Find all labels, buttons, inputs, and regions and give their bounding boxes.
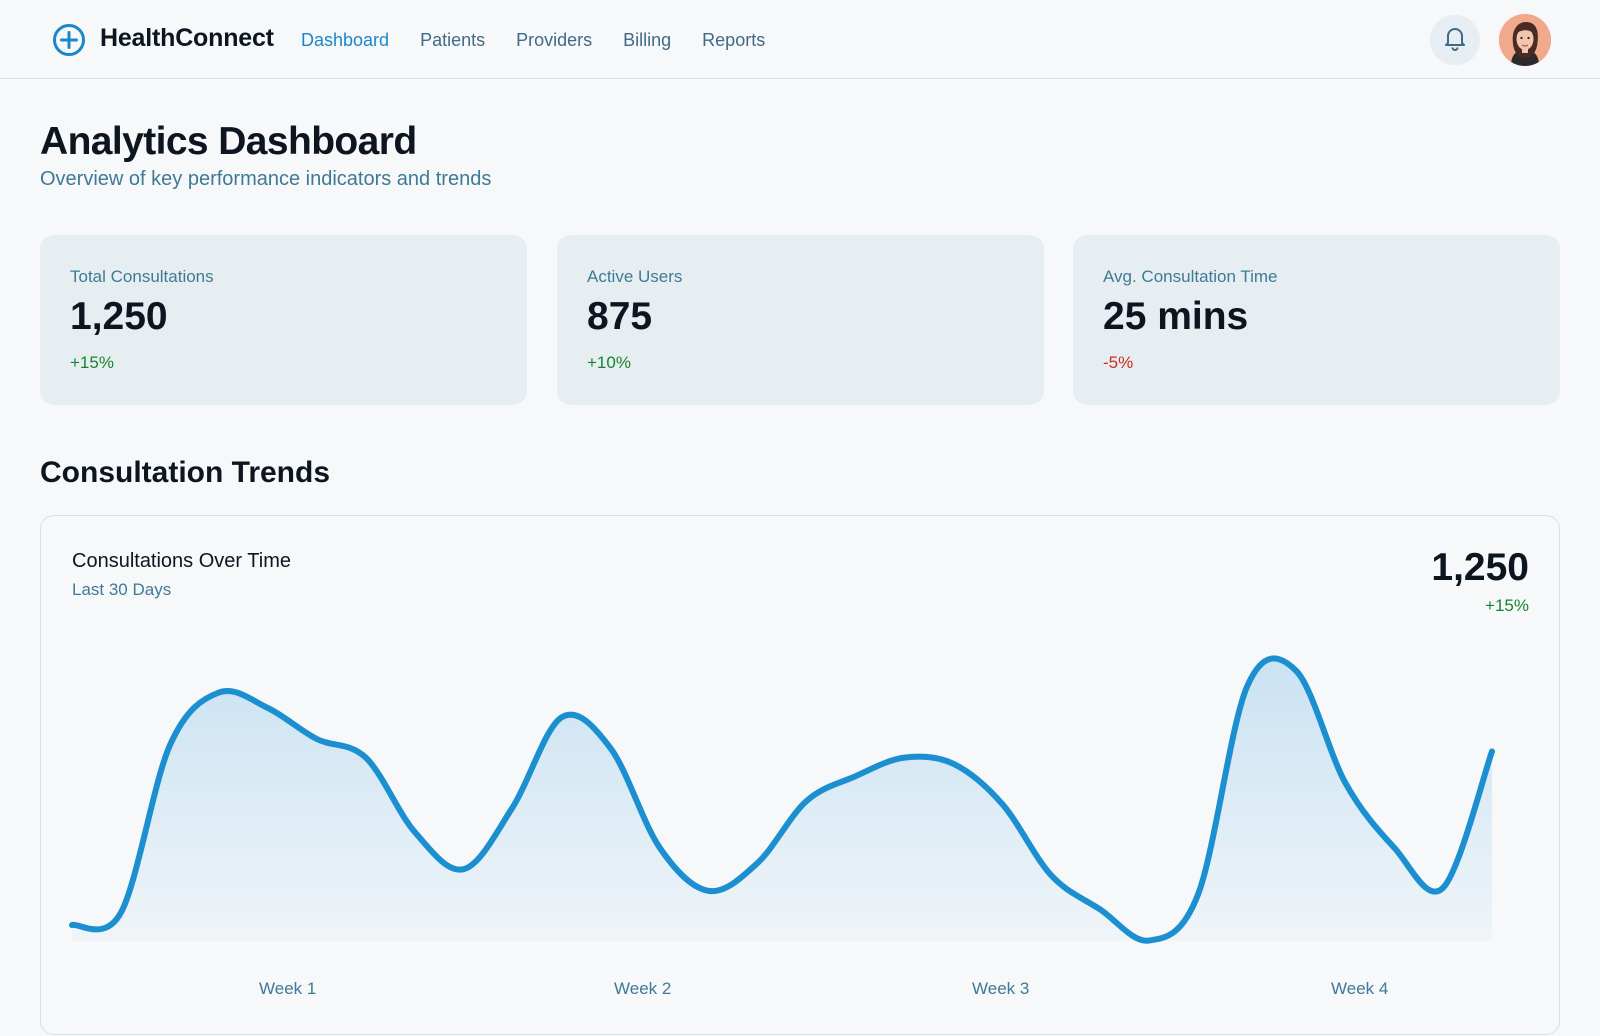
chart-point xyxy=(657,845,663,851)
chart-point xyxy=(852,773,858,779)
chart-point xyxy=(314,736,320,742)
chart-point xyxy=(803,798,809,804)
kpi-value: 875 xyxy=(587,295,653,338)
nav-item-patients[interactable]: Patients xyxy=(420,29,485,51)
chart-point xyxy=(950,761,956,767)
chart-point xyxy=(1489,748,1495,754)
chart-point xyxy=(69,922,75,928)
nav-item-dashboard[interactable]: Dashboard xyxy=(301,29,389,51)
chart-point xyxy=(510,804,516,810)
chart-period-label: Last 30 Days xyxy=(72,580,172,599)
kpi-label: Total Consultations xyxy=(70,267,214,286)
chart-point xyxy=(1244,683,1250,689)
chart-point xyxy=(1048,872,1054,878)
chart-title: Consultations Over Time xyxy=(72,550,291,572)
chart-point xyxy=(1097,907,1103,913)
notifications-button[interactable] xyxy=(1430,15,1480,65)
plus-circle-icon[interactable] xyxy=(52,23,86,57)
chart-point xyxy=(265,705,271,711)
kpi-label: Avg. Consultation Time xyxy=(1103,267,1278,286)
user-avatar[interactable] xyxy=(1499,14,1551,66)
top-navigation-bar: HealthConnect Dashboard Patients Provide… xyxy=(0,0,1600,79)
chart-point xyxy=(363,755,369,761)
chart-point xyxy=(216,690,222,696)
consultations-area-chart: Week 1 Week 2 Week 3 Week 4 xyxy=(69,655,1495,998)
chart-point xyxy=(1146,938,1152,944)
chart-point xyxy=(1342,779,1348,785)
nav-item-reports[interactable]: Reports xyxy=(702,29,765,51)
kpi-card-total-consultations: Total Consultations 1,250 +15% xyxy=(40,235,527,405)
chart-point xyxy=(608,745,614,751)
chart-point xyxy=(901,755,907,761)
chart-total-value: 1,250 xyxy=(1431,546,1529,589)
chart-point xyxy=(1195,891,1201,897)
chart-area-fill xyxy=(72,658,1492,941)
x-axis-tick-label: Week 4 xyxy=(1331,979,1388,998)
chart-point xyxy=(1293,668,1299,674)
chart-point xyxy=(412,829,418,835)
chart-point xyxy=(167,742,173,748)
chart-point xyxy=(559,714,565,720)
kpi-value: 1,250 xyxy=(70,295,168,338)
page-subtitle: Overview of key performance indicators a… xyxy=(40,168,492,190)
chart-point xyxy=(755,860,761,866)
section-title: Consultation Trends xyxy=(40,456,331,489)
kpi-delta: +10% xyxy=(587,353,631,372)
nav-item-providers[interactable]: Providers xyxy=(516,29,592,51)
kpi-card-active-users: Active Users 875 +10% xyxy=(557,235,1044,405)
chart-point xyxy=(1440,885,1446,891)
kpi-delta: +15% xyxy=(70,353,114,372)
main-nav: Dashboard Patients Providers Billing Rep… xyxy=(301,29,796,51)
chart-point xyxy=(1391,845,1397,851)
chart-point xyxy=(999,801,1005,807)
chart-point xyxy=(706,888,712,894)
chart-point xyxy=(118,910,124,916)
bell-icon xyxy=(1443,25,1467,56)
kpi-value: 25 mins xyxy=(1103,295,1249,338)
kpi-card-avg-consultation-time: Avg. Consultation Time 25 mins -5% xyxy=(1073,235,1560,405)
consultations-chart-card: Week 1 Week 2 Week 3 Week 4 Consultations O… xyxy=(40,515,1560,1035)
brand-name[interactable]: HealthConnect xyxy=(100,24,274,53)
x-axis-tick-label: Week 3 xyxy=(972,979,1029,998)
x-axis-tick-label: Week 1 xyxy=(259,979,316,998)
nav-item-billing[interactable]: Billing xyxy=(623,29,671,51)
chart-delta: +15% xyxy=(1485,596,1529,615)
chart-point xyxy=(461,866,467,872)
kpi-delta: -5% xyxy=(1103,353,1134,372)
page-title: Analytics Dashboard xyxy=(40,120,417,163)
x-axis-tick-label: Week 2 xyxy=(614,979,671,998)
kpi-label: Active Users xyxy=(587,267,683,286)
